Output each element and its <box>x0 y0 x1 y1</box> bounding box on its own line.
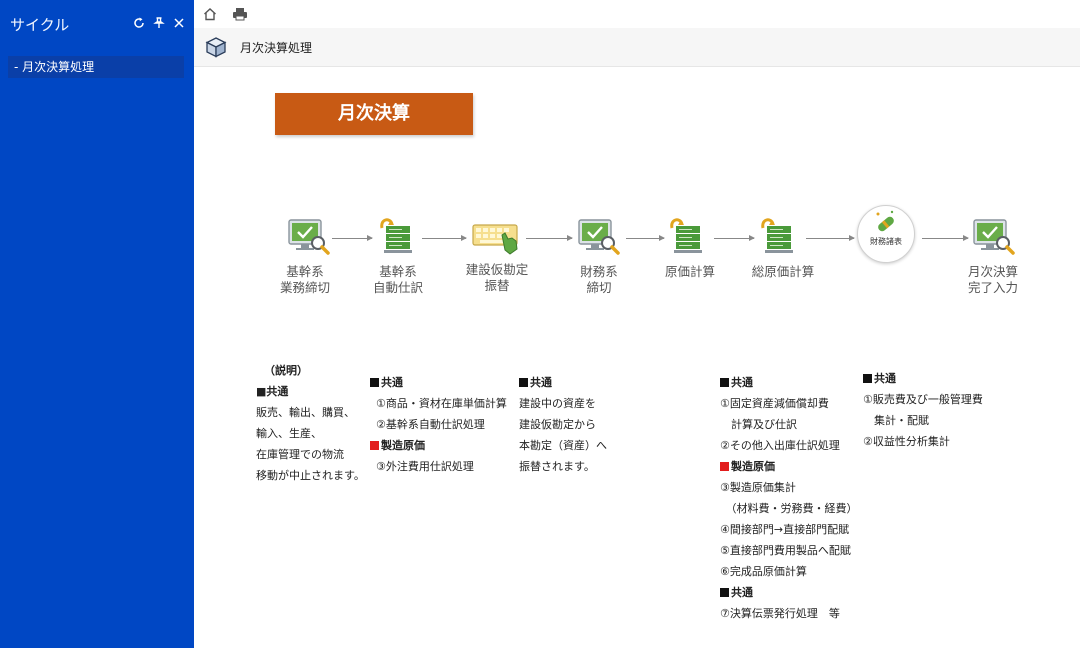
notes-column-cost-accounting: 共通 ①固定資産減価償却費 計算及び仕訳 ②その他入出庫仕訳処理 製造原価 ③製… <box>720 372 858 624</box>
server-cycle-icon[interactable] <box>376 216 420 256</box>
notes-column-total-cost: 共通 ①販売費及び一般管理費 集計・配賦 ②収益性分析集計 <box>863 368 983 452</box>
sidebar-title: サイクル <box>10 16 70 34</box>
notes-line: ②その他入出庫仕訳処理 <box>720 439 840 452</box>
black-square-marker <box>863 374 872 383</box>
page-title: 月次決算処理 <box>240 41 313 55</box>
notes-line: 建設中の資産を <box>519 397 596 410</box>
notes-heading: 共通 <box>874 372 896 385</box>
notes-column-description: （説明） ■共通 販売、輸出、購買、 輸入、生産、 在庫管理での物流 移動が中止… <box>256 360 365 486</box>
black-square-marker <box>519 378 528 387</box>
page-header: 月次決算処理 <box>194 28 1080 67</box>
flow-arrow <box>332 235 373 241</box>
server-cycle-icon[interactable] <box>757 216 801 256</box>
flow-arrow <box>922 235 969 241</box>
notes-line: 集計・配賦 <box>863 414 929 427</box>
black-square-marker <box>720 588 729 597</box>
notes-line: ⑦決算伝票発行処理 等 <box>720 607 840 620</box>
notes-heading: 共通 <box>530 376 552 389</box>
monthly-closing-banner: 月次決算 <box>275 93 473 135</box>
notes-line: ①商品・資材在庫単価計算 <box>376 397 507 410</box>
monitor-check-icon[interactable] <box>287 218 331 258</box>
notes-column-auto-journal: 共通 ①商品・資材在庫単価計算 ②基幹系自動仕訳処理 製造原価 ③外注費用仕訳処… <box>370 372 507 477</box>
step-label: 原価計算 <box>664 264 715 279</box>
notes-heading: 製造原価 <box>731 460 775 473</box>
step-label: 建設仮勘定 振替 <box>465 262 529 293</box>
report-label: 財務諸表 <box>870 237 902 246</box>
notes-line: ②収益性分析集計 <box>863 435 950 448</box>
sidebar-header: サイクル <box>0 0 194 50</box>
keyboard-hand-icon[interactable] <box>472 221 518 261</box>
notes-line: 在庫管理での物流 <box>256 448 344 461</box>
notes-line: 計算及び仕訳 <box>720 418 797 431</box>
step-label: 基幹系 業務締切 <box>279 264 330 295</box>
red-square-marker <box>370 441 379 450</box>
step-label: 基幹系 自動仕訳 <box>372 264 423 295</box>
notes-line: ②基幹系自動仕訳処理 <box>376 418 485 431</box>
step-label: 総原価計算 <box>751 264 815 279</box>
notes-line: 販売、輸出、購買、 <box>256 406 355 419</box>
home-icon[interactable] <box>200 4 220 24</box>
print-icon[interactable] <box>230 4 250 24</box>
pin-icon[interactable] <box>152 16 166 30</box>
monitor-check-icon[interactable] <box>972 218 1016 258</box>
notes-heading: 共通 <box>381 376 403 389</box>
refresh-icon[interactable] <box>132 16 146 30</box>
sidebar-item-monthly-closing[interactable]: - 月次決算処理 <box>8 56 184 78</box>
sidebar-actions <box>132 16 186 30</box>
flow-arrow <box>422 235 467 241</box>
notes-title: （説明） <box>264 364 308 377</box>
notes-line: 輸入、生産、 <box>256 427 322 440</box>
server-cycle-icon[interactable] <box>666 216 710 256</box>
notes-line: ①固定資産減価償却費 <box>720 397 829 410</box>
notes-heading: ■共通 <box>256 385 289 398</box>
notes-line: 本勘定（資産）へ <box>519 439 607 452</box>
notes-line: （材料費・労務費・経費） <box>720 502 858 515</box>
step-label: 月次決算 完了入力 <box>967 264 1018 295</box>
notes-heading: 製造原価 <box>381 439 425 452</box>
financial-statements-button[interactable]: 財務諸表 <box>857 205 915 263</box>
notes-heading: 共通 <box>731 586 753 599</box>
cube-icon <box>205 36 227 58</box>
flow-arrow <box>806 235 855 241</box>
notes-line: 振替されます。 <box>519 460 595 473</box>
flow-arrow <box>626 235 665 241</box>
black-square-marker <box>370 378 379 387</box>
notes-line: ④間接部門→直接部門配賦 <box>720 523 850 536</box>
notes-line: ①販売費及び一般管理費 <box>863 393 983 406</box>
black-square-marker <box>720 378 729 387</box>
close-icon[interactable] <box>172 16 186 30</box>
flow-arrow <box>526 235 573 241</box>
notes-line: 移動が中止されます。 <box>256 469 365 482</box>
notes-line: ⑥完成品原価計算 <box>720 565 807 578</box>
notes-line: ③外注費用仕訳処理 <box>376 460 474 473</box>
toolbar <box>194 0 1080 28</box>
notes-line: ③製造原価集計 <box>720 481 796 494</box>
sidebar: サイクル - 月次決算処理 <box>0 0 194 648</box>
notes-line: ⑤直接部門費用製品へ配賦 <box>720 544 851 557</box>
red-square-marker <box>720 462 729 471</box>
notes-heading: 共通 <box>731 376 753 389</box>
notes-line: 建設仮勘定から <box>519 418 596 431</box>
flow-arrow <box>714 235 755 241</box>
monitor-check-icon[interactable] <box>577 218 621 258</box>
step-label: 財務系 締切 <box>580 264 618 295</box>
report-icon <box>876 210 894 232</box>
notes-column-construction: 共通 建設中の資産を 建設仮勘定から 本勘定（資産）へ 振替されます。 <box>519 372 607 477</box>
